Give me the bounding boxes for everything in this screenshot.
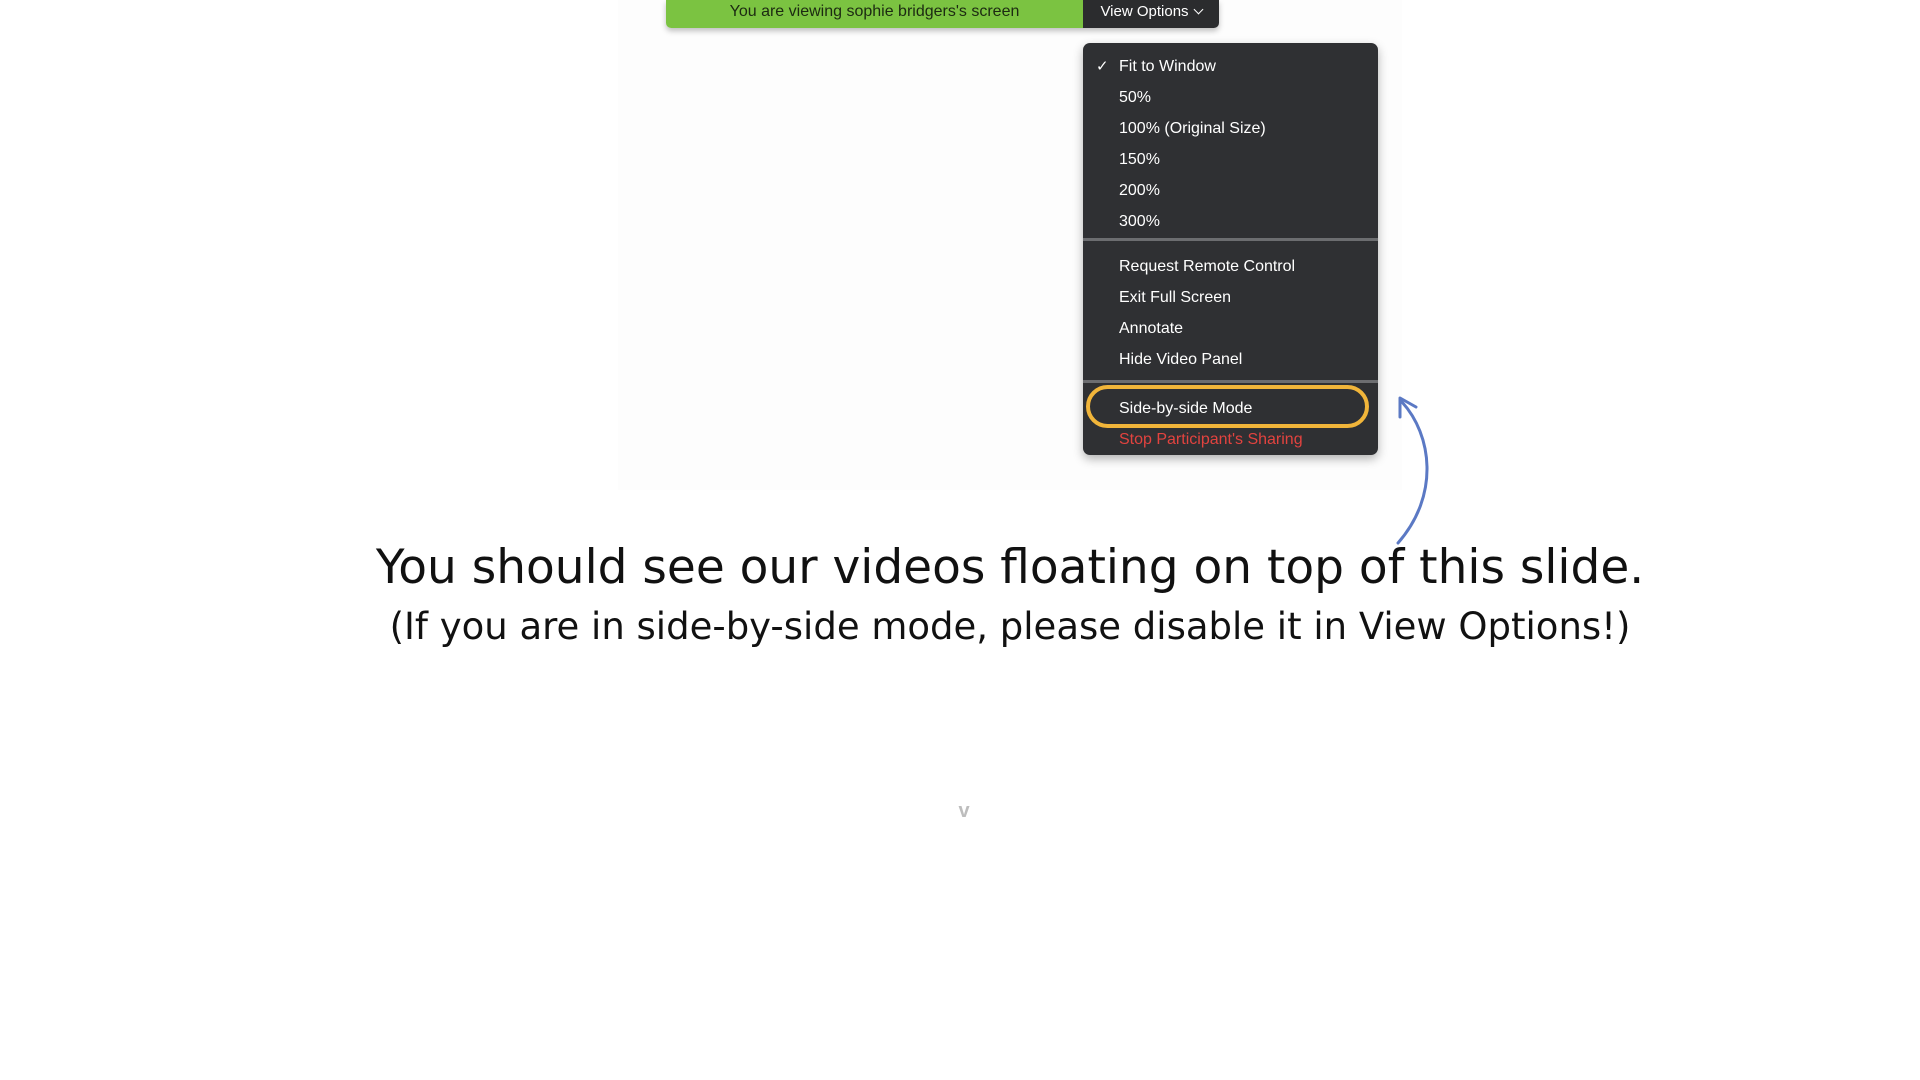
slide-stage: You are viewing sophie bridgers's screen…	[0, 0, 1920, 1080]
menu-item-stop-participant-sharing[interactable]: Stop Participant's Sharing	[1083, 424, 1378, 455]
menu-item-label: Fit to Window	[1119, 58, 1216, 75]
view-options-menu: ✓ Fit to Window 50% 100% (Original Size)…	[1083, 43, 1378, 455]
menu-item-label: 200%	[1119, 182, 1160, 199]
menu-item-label: Exit Full Screen	[1119, 289, 1232, 306]
menu-item-label: Side-by-side Mode	[1119, 400, 1253, 417]
menu-item-label: 150%	[1119, 151, 1160, 168]
slide-headline: You should see our videos floating on to…	[375, 540, 1645, 595]
view-options-label: View Options	[1100, 3, 1189, 20]
actions-section: Request Remote Control Exit Full Screen …	[1083, 241, 1378, 380]
menu-item-annotate[interactable]: Annotate	[1083, 313, 1378, 344]
menu-item-zoom-300[interactable]: 300%	[1083, 206, 1378, 237]
menu-item-zoom-200[interactable]: 200%	[1083, 175, 1378, 206]
caret-mark: v	[958, 800, 970, 822]
menu-item-label: Annotate	[1119, 320, 1184, 337]
zoom-section: ✓ Fit to Window 50% 100% (Original Size)…	[1083, 43, 1378, 238]
view-options-button[interactable]: View Options	[1083, 0, 1219, 28]
mode-section: Side-by-side Mode Stop Participant's Sha…	[1083, 383, 1378, 455]
menu-item-hide-video-panel[interactable]: Hide Video Panel	[1083, 344, 1378, 375]
checkmark-icon: ✓	[1096, 58, 1109, 75]
share-toolbar: You are viewing sophie bridgers's screen…	[666, 0, 1219, 28]
menu-item-label: 50%	[1119, 89, 1152, 106]
menu-item-zoom-150[interactable]: 150%	[1083, 144, 1378, 175]
menu-item-label: 300%	[1119, 213, 1160, 230]
menu-item-request-remote-control[interactable]: Request Remote Control	[1083, 251, 1378, 282]
menu-item-exit-full-screen[interactable]: Exit Full Screen	[1083, 282, 1378, 313]
menu-item-label: Hide Video Panel	[1119, 351, 1243, 368]
menu-item-label: 100% (Original Size)	[1119, 120, 1266, 137]
menu-item-label: Stop Participant's Sharing	[1119, 431, 1303, 448]
menu-item-fit-to-window[interactable]: ✓ Fit to Window	[1083, 51, 1378, 82]
menu-item-side-by-side-mode[interactable]: Side-by-side Mode	[1083, 393, 1378, 424]
menu-item-label: Request Remote Control	[1119, 258, 1296, 275]
curved-arrow-icon	[1396, 396, 1429, 545]
share-status-banner: You are viewing sophie bridgers's screen	[666, 0, 1083, 28]
slide-subline: (If you are in side-by-side mode, please…	[389, 605, 1631, 648]
menu-item-zoom-100[interactable]: 100% (Original Size)	[1083, 113, 1378, 144]
menu-item-zoom-50[interactable]: 50%	[1083, 82, 1378, 113]
chevron-down-icon	[1193, 4, 1203, 15]
